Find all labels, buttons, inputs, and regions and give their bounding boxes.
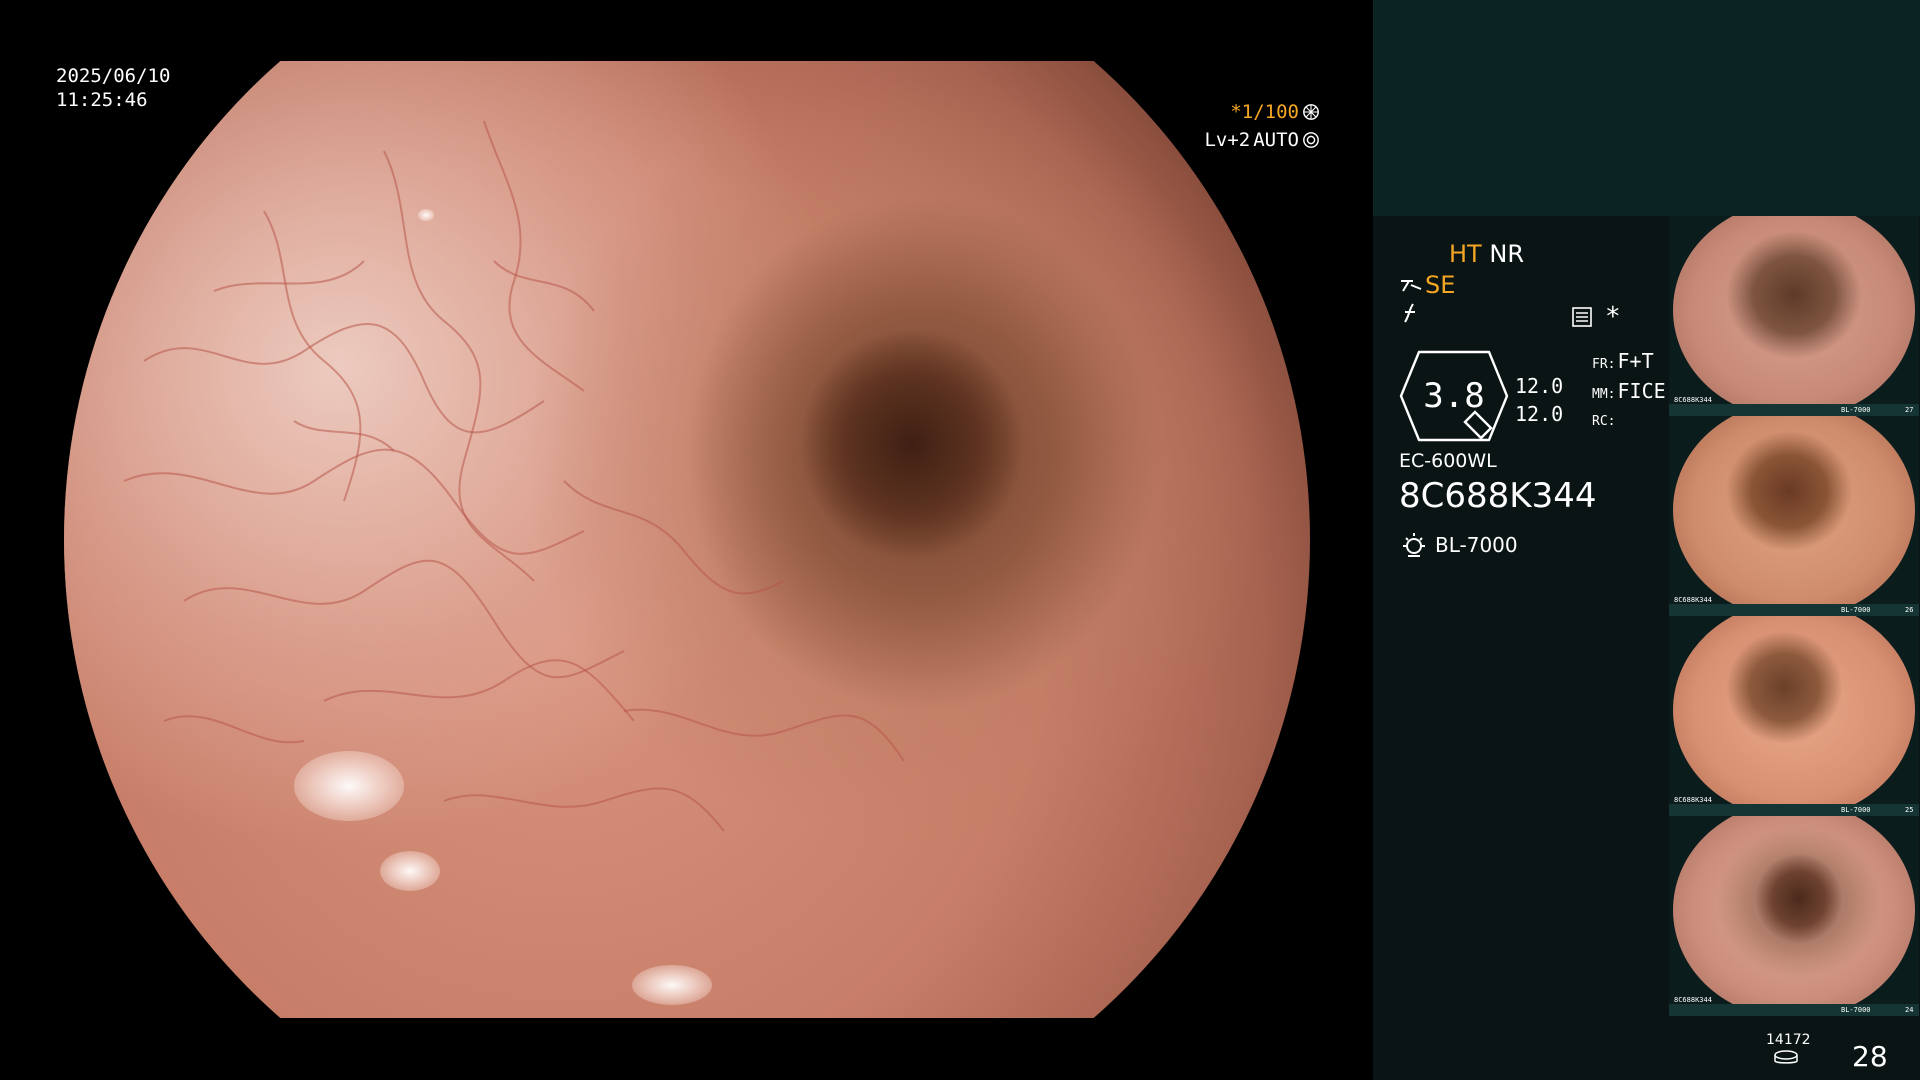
time-text: 11:25:46 — [56, 89, 148, 111]
zoom-badge: 3.8 — [1399, 350, 1509, 442]
scope-serial: 8C688K344 — [1399, 476, 1597, 516]
thumbnail-light: BL-7000 — [1841, 606, 1871, 614]
iris-icon — [1303, 132, 1319, 148]
thumbnail[interactable]: 8C688K344 BL-7000 25 — [1669, 616, 1919, 816]
thumbnail-serial: 8C688K344 — [1674, 596, 1712, 604]
thumbnail-footer: BL-7000 25 — [1669, 804, 1919, 816]
light-glare-2 — [380, 851, 440, 891]
mm-value: FICE — [1617, 379, 1666, 403]
scope-model: EC-600WL — [1399, 450, 1497, 472]
date-text: 2025/06/10 — [56, 65, 171, 87]
thumbnail-light: BL-7000 — [1841, 1006, 1871, 1014]
ht-nr-row: HT NR — [1449, 240, 1524, 268]
mm-label: MM: — [1592, 387, 1616, 402]
thumbnail-serial: 8C688K344 — [1674, 396, 1712, 404]
side-panel: HT NR SE * 3.8 12.0 12.0 FR: F+T MM: FIC… — [1373, 0, 1920, 1080]
fr-value: F+T — [1617, 349, 1654, 373]
thumbnail-serial: 8C688K344 — [1674, 996, 1712, 1004]
thumbnail[interactable]: 8C688K344 BL-7000 27 — [1669, 216, 1919, 416]
nr-indicator: NR — [1489, 240, 1524, 268]
date-time-display: 2025/06/10 11:25:46 — [56, 64, 170, 112]
thumbnail[interactable]: 8C688K344 BL-7000 26 — [1669, 416, 1919, 616]
brightness-level: Lv+2 — [1204, 129, 1251, 151]
thumbnail-image — [1673, 416, 1915, 604]
structure-enhance-icon — [1401, 280, 1422, 292]
shutter-speed: *1/100 — [1230, 101, 1299, 123]
thumbnail-footer: BL-7000 27 — [1669, 404, 1919, 416]
storage-disk-icon — [1774, 1050, 1798, 1064]
color-mode-icon — [1399, 302, 1421, 331]
thumbnail-serial: 8C688K344 — [1674, 796, 1712, 804]
readout-1: 12.0 — [1515, 374, 1564, 398]
exposure-status: *1/100 Lv+2 AUTO — [1180, 98, 1320, 154]
side-panel-header — [1373, 0, 1920, 216]
readout-2: 12.0 — [1515, 402, 1564, 426]
thumbnail-footer: BL-7000 24 — [1669, 1004, 1919, 1016]
main-endoscopic-view: 2025/06/10 11:25:46 *1/100 Lv+2 AUTO — [0, 0, 1373, 1080]
thumbnail-light: BL-7000 — [1841, 806, 1871, 814]
endoscope-screen: 2025/06/10 11:25:46 *1/100 Lv+2 AUTO HT … — [0, 0, 1920, 1080]
shutter-icon — [1303, 104, 1319, 120]
mode-labels: FR: F+T MM: FICE RC: — [1592, 348, 1666, 435]
thumbnail-image — [1673, 216, 1915, 404]
thumbnail-footer: BL-7000 26 — [1669, 604, 1919, 616]
thumbnail-number: 25 — [1905, 806, 1914, 814]
menu-icons: * — [1571, 302, 1621, 332]
settings-list-icon — [1572, 307, 1592, 327]
light-source-row: BL-7000 — [1399, 530, 1518, 560]
light-source-name: BL-7000 — [1435, 533, 1518, 557]
light-glare-4 — [418, 209, 434, 221]
zoom-value: 3.8 — [1423, 376, 1485, 416]
thumbnail-light: BL-7000 — [1841, 406, 1871, 414]
ht-indicator: HT — [1449, 240, 1482, 268]
thumbnail-number: 24 — [1905, 1006, 1914, 1014]
light-glare-3 — [632, 965, 712, 1005]
capture-count: 28 — [1852, 1040, 1888, 1073]
thumbnail-number: 27 — [1905, 406, 1914, 414]
light-source-icon — [1403, 533, 1425, 557]
vessel-pattern — [123, 120, 905, 832]
thumbnail[interactable]: 8C688K344 BL-7000 24 — [1669, 816, 1919, 1016]
rc-label: RC: — [1592, 414, 1616, 429]
endoscopic-image — [64, 61, 1310, 1018]
iris-mode: AUTO — [1253, 129, 1299, 151]
thumbnail-number: 26 — [1905, 606, 1914, 614]
numeric-readouts: 12.0 12.0 — [1515, 372, 1563, 428]
se-row: SE — [1399, 271, 1455, 299]
fr-label: FR: — [1592, 357, 1616, 372]
thumbnail-image — [1673, 616, 1915, 804]
light-glare-1 — [294, 751, 404, 821]
storage-remaining: 14172 — [1766, 1032, 1811, 1048]
asterisk-icon: * — [1605, 302, 1621, 332]
thumbnail-image — [1673, 816, 1915, 1004]
se-indicator: SE — [1425, 271, 1456, 299]
